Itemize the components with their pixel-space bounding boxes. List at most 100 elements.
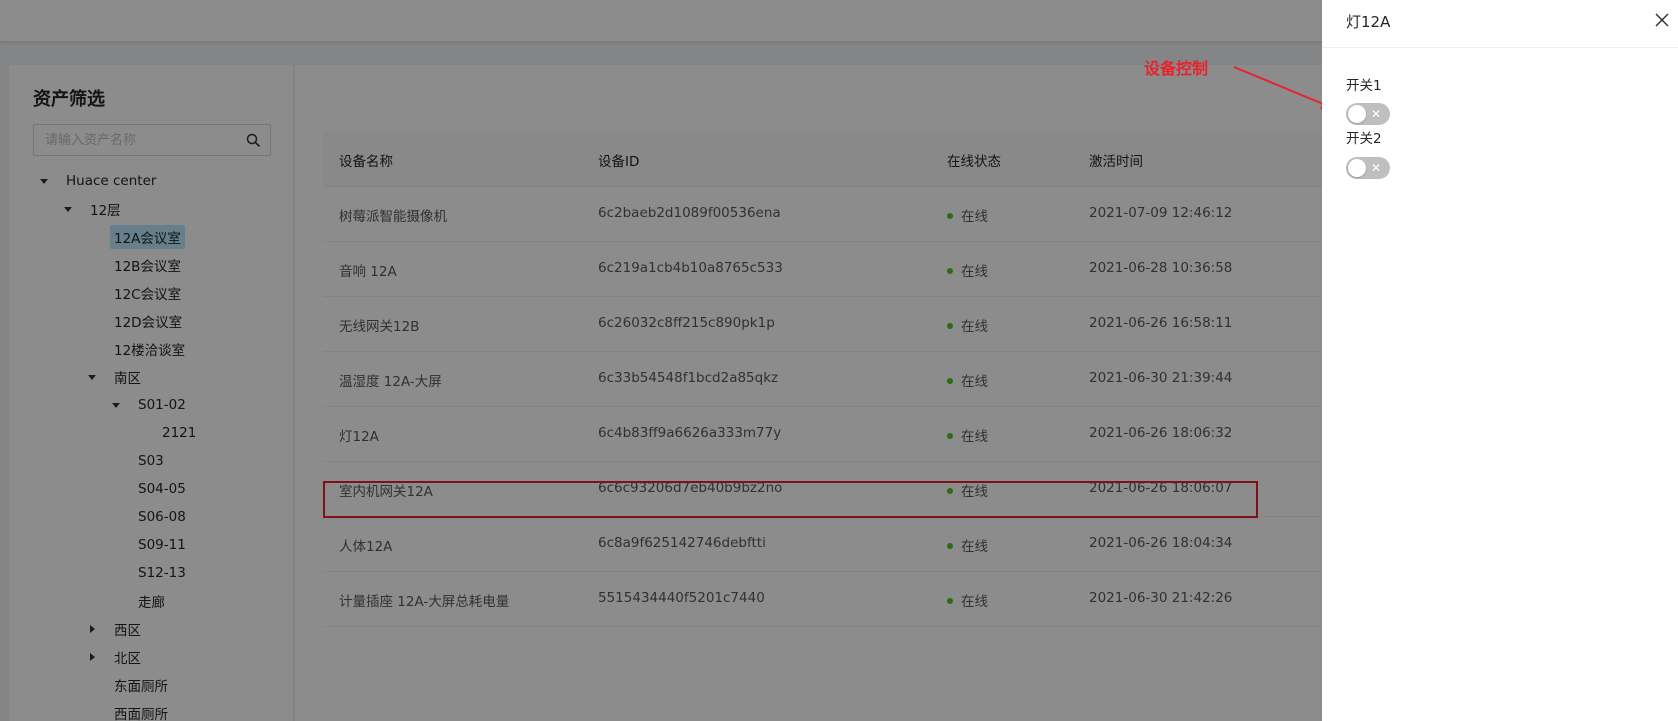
status-text: 在线	[961, 319, 988, 335]
asset-filter-sidebar: 资产筛选 Huace center 12层 12A会议室 12B会议室 12C会议室 12…	[9, 65, 294, 721]
drawer-title: 灯12A	[1346, 13, 1391, 31]
cell-device-id: 6c33b54548f1bcd2a85qkz	[598, 370, 779, 386]
tree-node[interactable]: 西区	[86, 617, 145, 641]
cell-device-name: 人体12A	[339, 539, 393, 555]
status-text: 在线	[961, 539, 988, 555]
tree-node-label[interactable]: 南区	[110, 365, 145, 389]
cell-activation-time: 2021-06-28 10:36:58	[1089, 260, 1233, 276]
caret-down-icon[interactable]	[62, 203, 74, 215]
tree-node[interactable]: S03	[110, 449, 168, 473]
tree-node[interactable]: S01-02	[110, 393, 190, 417]
tree-node-label[interactable]: 西面厕所	[110, 701, 172, 721]
search-icon[interactable]	[246, 133, 260, 147]
cell-online-status: 在线	[947, 590, 988, 610]
tree-node-label[interactable]: 12D会议室	[110, 309, 186, 333]
cell-device-id: 5515434440f5201c7440	[598, 590, 765, 606]
tree-node-label[interactable]: 12A会议室	[110, 225, 185, 249]
tree-node[interactable]: 12A会议室	[86, 225, 185, 249]
tree-node-label[interactable]: S03	[134, 451, 168, 471]
switch-off-icon: ✕	[1371, 107, 1382, 121]
column-header-device-id: 设备ID	[598, 154, 640, 170]
status-text: 在线	[961, 594, 988, 610]
tree-node[interactable]: 东面厕所	[86, 673, 172, 697]
tree-node[interactable]: 走廊	[110, 589, 169, 613]
selected-row-highlight	[323, 481, 1258, 518]
switch-knob	[1348, 105, 1366, 123]
tree-node[interactable]: 12层	[62, 197, 125, 221]
status-dot-icon	[947, 268, 953, 274]
tree-node[interactable]: Huace center	[38, 169, 160, 193]
switch-knob	[1348, 159, 1366, 177]
cell-online-status: 在线	[947, 425, 988, 445]
tree-node-label[interactable]: 12C会议室	[110, 281, 185, 305]
status-text: 在线	[961, 374, 988, 390]
caret-down-icon[interactable]	[110, 399, 122, 411]
tree-node-label[interactable]: S06-08	[134, 507, 190, 527]
tree-node-label[interactable]: 走廊	[134, 589, 169, 613]
tree-node-label[interactable]: 12层	[86, 197, 125, 221]
cell-online-status: 在线	[947, 370, 988, 390]
status-dot-icon	[947, 323, 953, 329]
cell-device-id: 6c26032c8ff215c890pk1p	[598, 315, 775, 331]
switch-off-icon: ✕	[1371, 161, 1382, 175]
status-text: 在线	[961, 209, 988, 225]
tree-node-label[interactable]: S01-02	[134, 395, 190, 415]
tree-node[interactable]: 西面厕所	[86, 701, 172, 721]
tree-node-label[interactable]: Huace center	[62, 171, 160, 191]
asset-search-input[interactable]	[34, 125, 234, 155]
cell-online-status: 在线	[947, 535, 988, 555]
caret-right-icon[interactable]	[86, 651, 98, 663]
tree-node[interactable]: S12-13	[110, 561, 190, 585]
cell-device-name: 树莓派智能摄像机	[339, 209, 447, 225]
cell-activation-time: 2021-06-30 21:42:26	[1089, 590, 1233, 606]
cell-device-name: 灯12A	[339, 429, 379, 445]
switch-2-toggle[interactable]: ✕	[1346, 157, 1390, 179]
tree-node-label[interactable]: 东面厕所	[110, 673, 172, 697]
tree-node[interactable]: S09-11	[110, 533, 190, 557]
tree-node-label[interactable]: 西区	[110, 617, 145, 641]
annotation-label: 设备控制	[1144, 59, 1209, 78]
tree-node-label[interactable]: 2121	[158, 423, 200, 443]
cell-device-name: 音响 12A	[339, 264, 397, 280]
cell-activation-time: 2021-06-30 21:39:44	[1089, 370, 1233, 386]
cell-device-id: 6c2baeb2d1089f00536ena	[598, 205, 781, 221]
caret-right-icon[interactable]	[86, 623, 98, 635]
caret-down-icon[interactable]	[38, 175, 50, 187]
cell-online-status: 在线	[947, 205, 988, 225]
cell-online-status: 在线	[947, 315, 988, 335]
tree-node[interactable]: 12C会议室	[86, 281, 185, 305]
caret-down-icon[interactable]	[86, 371, 98, 383]
column-header-online-status: 在线状态	[947, 154, 1001, 170]
cell-activation-time: 2021-07-09 12:46:12	[1089, 205, 1233, 221]
status-dot-icon	[947, 378, 953, 384]
cell-device-name: 温湿度 12A-大屏	[339, 374, 442, 390]
tree-node-label[interactable]: 北区	[110, 645, 145, 669]
tree-node[interactable]: 2121	[134, 421, 200, 445]
column-header-activation-time: 激活时间	[1089, 154, 1143, 170]
tree-node-label[interactable]: 12B会议室	[110, 253, 185, 277]
switch-2-label: 开关2	[1346, 131, 1382, 147]
tree-node-label[interactable]: S04-05	[134, 479, 190, 499]
cell-activation-time: 2021-06-26 16:58:11	[1089, 315, 1233, 331]
cell-device-id: 6c219a1cb4b10a8765c533	[598, 260, 783, 276]
tree-node-label[interactable]: S09-11	[134, 535, 190, 555]
switch-1-label: 开关1	[1346, 78, 1382, 94]
cell-online-status: 在线	[947, 260, 988, 280]
tree-node-label[interactable]: 12楼洽谈室	[110, 337, 189, 361]
tree-node[interactable]: 北区	[86, 645, 145, 669]
tree-node[interactable]: 12B会议室	[86, 253, 185, 277]
sidebar-title: 资产筛选	[33, 89, 105, 110]
tree-node[interactable]: S06-08	[110, 505, 190, 529]
cell-device-id: 6c4b83ff9a6626a333m77y	[598, 425, 782, 441]
tree-node-label[interactable]: S12-13	[134, 563, 190, 583]
tree-node[interactable]: 12楼洽谈室	[86, 337, 189, 361]
switch-1-toggle[interactable]: ✕	[1346, 103, 1390, 125]
tree-node[interactable]: 12D会议室	[86, 309, 186, 333]
cell-device-id: 6c8a9f625142746debftti	[598, 535, 766, 551]
status-text: 在线	[961, 429, 988, 445]
status-dot-icon	[947, 433, 953, 439]
close-icon[interactable]	[1652, 10, 1672, 30]
status-text: 在线	[961, 264, 988, 280]
tree-node[interactable]: S04-05	[110, 477, 190, 501]
tree-node[interactable]: 南区	[86, 365, 145, 389]
